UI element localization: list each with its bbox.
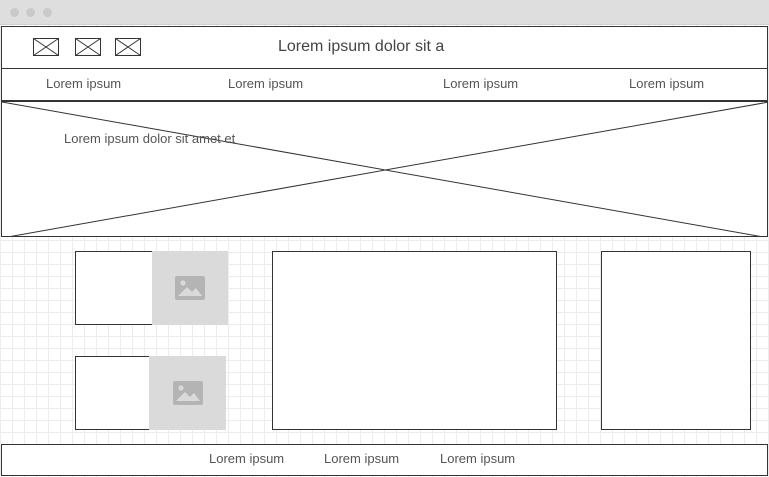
image-icon bbox=[175, 276, 205, 300]
footer-link-3[interactable]: Lorem ipsum bbox=[440, 451, 515, 466]
window-close-dot[interactable] bbox=[10, 8, 19, 17]
nav-item-3[interactable]: Lorem ipsum bbox=[443, 76, 518, 91]
window-minimize-dot[interactable] bbox=[26, 8, 35, 17]
hero-text: Lorem ipsum dolor sit amet et bbox=[64, 131, 236, 146]
footer-link-1[interactable]: Lorem ipsum bbox=[209, 451, 284, 466]
image-placeholder-icon[interactable] bbox=[33, 38, 59, 56]
window-titlebar bbox=[0, 0, 769, 25]
side-content-box bbox=[601, 251, 751, 430]
hero-image-placeholder: Lorem ipsum dolor sit amet et bbox=[1, 101, 768, 237]
header-bar: Lorem ipsum dolor sit a bbox=[1, 26, 768, 69]
nav-bar: Lorem ipsum Lorem ipsum Lorem ipsum Lore… bbox=[1, 69, 768, 101]
footer-link-2[interactable]: Lorem ipsum bbox=[324, 451, 399, 466]
footer-bar: Lorem ipsum Lorem ipsum Lorem ipsum bbox=[1, 444, 768, 476]
nav-item-2[interactable]: Lorem ipsum bbox=[228, 76, 303, 91]
image-placeholder-icon[interactable] bbox=[115, 38, 141, 56]
card-thumbnail-2[interactable] bbox=[75, 356, 151, 430]
card-thumbnail-1[interactable] bbox=[75, 251, 153, 325]
image-placeholder-2 bbox=[149, 356, 226, 430]
page-title: Lorem ipsum dolor sit a bbox=[278, 38, 445, 55]
nav-item-1[interactable]: Lorem ipsum bbox=[46, 76, 121, 91]
main-content-box bbox=[272, 251, 557, 430]
image-placeholder-icon[interactable] bbox=[75, 38, 101, 56]
hero-cross-lines bbox=[2, 102, 767, 236]
image-placeholder-1 bbox=[152, 251, 228, 325]
window-maximize-dot[interactable] bbox=[43, 8, 52, 17]
nav-item-4[interactable]: Lorem ipsum bbox=[629, 76, 704, 91]
image-icon bbox=[172, 381, 203, 405]
